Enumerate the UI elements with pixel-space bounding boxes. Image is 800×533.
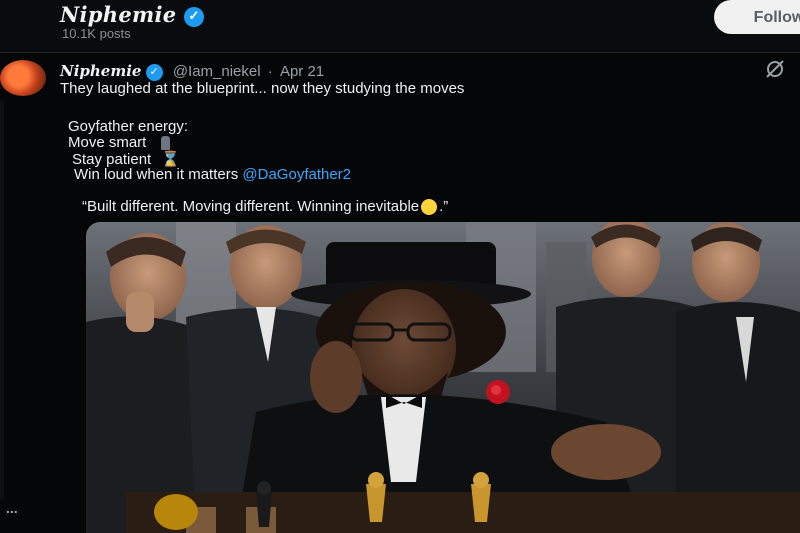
verified-badge-icon: ✓ (184, 6, 205, 27)
mention-link[interactable]: @DaGoyfather2 (242, 166, 351, 183)
tweet-line-3-text: Move smart (68, 134, 147, 151)
smiling-face-emoji (421, 199, 438, 216)
tweet-quote-text: “Built different. Moving different. Winn… (82, 198, 420, 215)
tweet-date[interactable]: Apr 21 (280, 63, 324, 80)
tweet-line-5-text: Win loud when it matters (74, 166, 239, 183)
tweet-author-name[interactable]: Niphemie (60, 62, 141, 80)
tweet-separator: · (267, 63, 273, 80)
header-divider (0, 52, 800, 53)
avatar[interactable] (0, 60, 46, 96)
grok-icon[interactable] (764, 58, 786, 80)
tweet-handle[interactable]: @Iam_niekel (173, 63, 261, 80)
follow-button[interactable]: Follow (714, 0, 800, 34)
tweet-header: Niphemie ✓ @Iam_niekel · Apr 21 (60, 62, 324, 81)
left-edge (0, 100, 4, 500)
profile-name-text: Niphemie (60, 2, 177, 27)
tweet-quote-end: .” (439, 198, 449, 215)
profile-name: Niphemie ✓ (60, 2, 205, 27)
profile-header: Niphemie ✓ 10.1K posts Follow (0, 0, 800, 52)
tweet-line-2: Goyfather energy: (68, 118, 189, 135)
tweet-media-image[interactable] (86, 222, 800, 533)
more-options-icon[interactable]: ... (6, 500, 18, 516)
posts-count: 10.1K posts (62, 26, 131, 41)
chess-pawn-emoji (160, 136, 170, 151)
tweet-quote: “Built different. Moving different. Winn… (82, 198, 449, 216)
media-illustration (86, 222, 800, 533)
verified-badge-icon: ✓ (145, 63, 163, 81)
tweet-line-1: They laughed at the blueprint... now the… (60, 80, 465, 97)
tweet-line-5: Win loud when it matters @DaGoyfather2 (74, 166, 351, 183)
tweet-line-3: Move smart (68, 134, 170, 151)
